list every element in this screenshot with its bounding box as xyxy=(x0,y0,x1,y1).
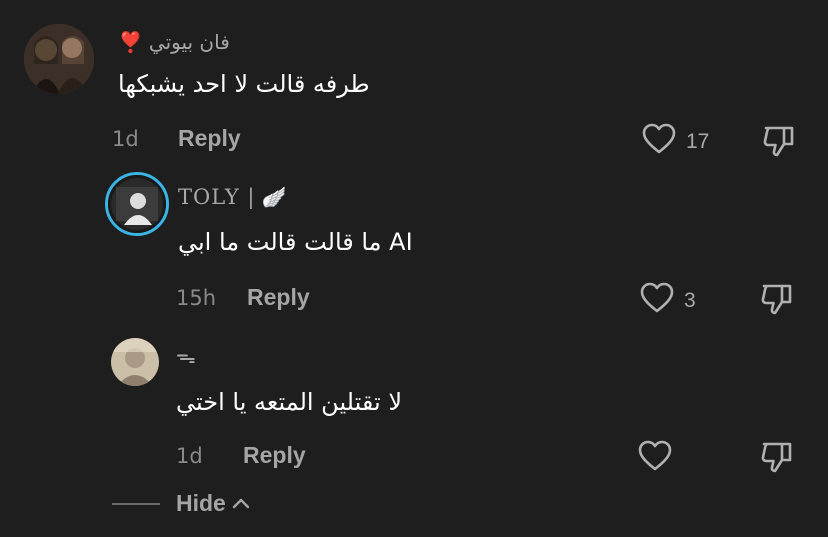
dislike-button[interactable] xyxy=(760,440,794,478)
username-text: ᯓ xyxy=(176,344,196,368)
comment-username[interactable]: ᯓ xyxy=(176,342,196,369)
username-emoji: 🪽 xyxy=(261,185,288,209)
comment-text: طرفه قالت لا احد يشبكها xyxy=(118,70,370,98)
thumbs-down-icon xyxy=(760,442,794,478)
heart-outline-icon xyxy=(638,440,672,478)
like-count: 17 xyxy=(686,130,710,153)
hide-replies-button[interactable]: Hide xyxy=(112,490,250,517)
reply-button[interactable]: Reply xyxy=(247,284,310,311)
divider xyxy=(112,502,160,505)
comment-username[interactable]: ❣️ فان بيوتي xyxy=(118,30,230,54)
username-text: فان بيوتي xyxy=(148,30,230,54)
reply-button[interactable]: Reply xyxy=(178,125,241,152)
chevron-up-icon xyxy=(232,494,250,513)
hide-label: Hide xyxy=(176,490,226,516)
dislike-button[interactable] xyxy=(760,282,794,320)
heart-outline-icon xyxy=(642,123,676,161)
comment-username[interactable]: TOLY | 🪽 xyxy=(178,185,287,209)
reply-button[interactable]: Reply xyxy=(243,442,306,469)
comment-timestamp: 1d xyxy=(176,444,203,468)
avatar[interactable] xyxy=(105,172,169,236)
dislike-button[interactable] xyxy=(762,124,796,162)
avatar[interactable] xyxy=(24,24,94,94)
username-text: TOLY | xyxy=(178,185,256,209)
comment-timestamp: 1d xyxy=(112,127,139,151)
comment-timestamp: 15h xyxy=(176,286,217,310)
like-count: 3 xyxy=(684,289,696,312)
like-button[interactable] xyxy=(638,440,682,478)
like-button[interactable]: 17 xyxy=(642,123,709,161)
heart-outline-icon xyxy=(640,282,674,320)
avatar[interactable] xyxy=(111,338,159,386)
comment-text: لا تقتلين المتعه يا اختي xyxy=(176,388,403,416)
like-button[interactable]: 3 xyxy=(640,282,696,320)
username-emoji: ❣️ xyxy=(118,30,143,54)
thumbs-down-icon xyxy=(762,126,796,162)
thumbs-down-icon xyxy=(760,284,794,320)
comment-text: ما قالت قالت ما ابي AI xyxy=(178,228,413,256)
